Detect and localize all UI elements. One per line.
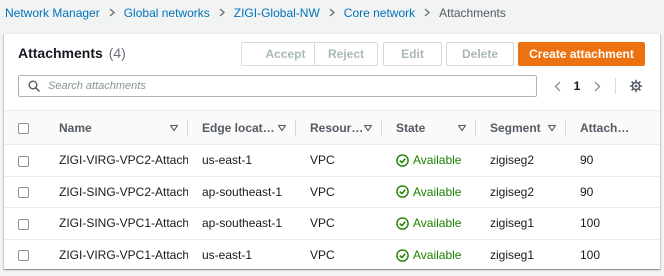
- check-circle-icon: [396, 185, 409, 199]
- status-text: Available: [413, 153, 462, 168]
- cell-segment: zigiseg2: [476, 144, 566, 177]
- cell-attachment-policy: 90: [566, 144, 660, 177]
- cell-name: ZIGI-SING-VPC1-Attach: [45, 207, 188, 240]
- breadcrumb-network-manager[interactable]: Network Manager: [5, 6, 100, 20]
- chevron-right-icon[interactable]: [588, 75, 606, 97]
- status-text: Available: [413, 216, 462, 231]
- column-header-label: Edge locat…: [202, 120, 275, 135]
- status-text: Available: [413, 184, 462, 199]
- check-circle-icon: [396, 153, 409, 167]
- cell-segment: zigiseg1: [490, 248, 535, 262]
- edit-button[interactable]: Edit: [383, 42, 442, 66]
- table-row[interactable]: ZIGI-VIRG-VPC2-Attach us-east-1 VPC Avai…: [4, 144, 660, 177]
- status-indicator: Available: [396, 153, 476, 167]
- cell-state: Available: [382, 207, 476, 240]
- attachments-table: Name Edge locat… Resour… State Segment A…: [4, 110, 660, 271]
- cell-name: ZIGI-VIRG-VPC2-Attach: [45, 144, 188, 177]
- cell-resource: VPC: [296, 207, 382, 240]
- status-indicator: Available: [396, 248, 476, 262]
- current-page[interactable]: 1: [566, 79, 588, 93]
- column-header-name[interactable]: Name: [45, 110, 188, 145]
- row-select-cell: [4, 207, 45, 240]
- create-attachment-button[interactable]: Create attachment: [518, 42, 645, 66]
- breadcrumb-separator-icon: [109, 7, 115, 19]
- breadcrumb-separator-icon: [329, 7, 335, 19]
- column-header-resource[interactable]: Resour…: [296, 110, 382, 145]
- column-header-edge-location[interactable]: Edge locat…: [188, 110, 296, 145]
- column-header-label: Resour…: [310, 120, 364, 135]
- table-row[interactable]: ZIGI-SING-VPC1-Attach ap-southeast-1 VPC…: [4, 207, 660, 240]
- caret-down-icon: [364, 124, 372, 132]
- row-checkbox[interactable]: [18, 155, 29, 167]
- pager-divider: [615, 78, 616, 94]
- search-input[interactable]: Search attachments: [18, 75, 537, 97]
- cell-resource: VPC: [310, 248, 335, 262]
- caret-down-icon: [170, 124, 178, 132]
- panel-title-count: (4): [108, 45, 126, 61]
- cell-edge-location: us-east-1: [188, 144, 296, 177]
- cell-attachment-policy: 90: [566, 176, 660, 208]
- cell-segment: zigiseg2: [476, 176, 566, 208]
- panel-title: Attachments (4): [18, 45, 126, 61]
- cell-name: ZIGI-SING-VPC2-Attach: [45, 176, 188, 208]
- breadcrumb-attachments: Attachments: [439, 6, 506, 20]
- cell-name: ZIGI-VIRG-VPC1-Attach: [59, 248, 188, 262]
- cell-edge-location: ap-southeast-1: [188, 207, 296, 240]
- check-circle-icon: [396, 248, 409, 262]
- check-circle-icon: [396, 216, 409, 230]
- row-checkbox[interactable]: [18, 250, 29, 262]
- column-header-label: Segment: [490, 120, 541, 135]
- status-indicator: Available: [396, 185, 476, 199]
- breadcrumb-core-network[interactable]: Core network: [344, 6, 415, 20]
- pagination: 1: [548, 75, 606, 97]
- cell-attachment-policy: 100: [566, 207, 660, 240]
- cell-edge-location: ap-southeast-1: [188, 176, 296, 208]
- cell-segment: zigiseg1: [476, 207, 566, 240]
- column-header-label: Name: [59, 120, 92, 135]
- column-header-label: Attach…: [580, 120, 630, 135]
- breadcrumb-global-networks[interactable]: Global networks: [124, 6, 210, 20]
- search-placeholder: Search attachments: [48, 80, 146, 92]
- gear-icon[interactable]: [628, 78, 644, 94]
- status-text: Available: [413, 248, 462, 262]
- table-row[interactable]: ZIGI-SING-VPC2-Attach ap-southeast-1 VPC…: [4, 176, 660, 208]
- attachments-panel: Attachments (4) Accept Reject Edit Delet…: [4, 33, 660, 269]
- caret-down-icon: [548, 124, 556, 132]
- table-row[interactable]: ZIGI-VIRG-VPC1-Attach us-east-1 VPC Avai…: [4, 239, 660, 271]
- column-header-attachment-policy[interactable]: Attach…: [566, 110, 660, 145]
- breadcrumb-global-network[interactable]: ZIGI-Global-NW: [234, 6, 320, 20]
- cell-state: Available: [382, 239, 476, 271]
- column-header-segment[interactable]: Segment: [476, 110, 566, 145]
- cell-resource: VPC: [296, 176, 382, 208]
- status-indicator: Available: [396, 216, 476, 230]
- caret-down-icon: [458, 124, 466, 132]
- panel-title-text: Attachments: [18, 45, 103, 61]
- select-all-header: [4, 110, 45, 145]
- column-header-state[interactable]: State: [382, 110, 476, 145]
- cell-state: Available: [382, 144, 476, 177]
- row-select-cell: [4, 239, 45, 271]
- cell-edge-location: us-east-1: [202, 248, 253, 262]
- breadcrumb: Network Manager Global networks ZIGI-Glo…: [5, 5, 506, 21]
- chevron-left-icon[interactable]: [548, 75, 566, 97]
- table-header-row: Name Edge locat… Resour… State Segment A…: [4, 110, 660, 145]
- select-all-checkbox[interactable]: [18, 122, 29, 134]
- cell-attachment-policy: 100: [580, 248, 601, 262]
- row-checkbox[interactable]: [18, 187, 29, 199]
- reject-button[interactable]: Reject: [314, 42, 378, 66]
- cell-state: Available: [382, 176, 476, 208]
- caret-down-icon: [278, 124, 286, 132]
- breadcrumb-separator-icon: [219, 7, 225, 19]
- row-checkbox[interactable]: [18, 218, 29, 230]
- row-select-cell: [4, 144, 45, 177]
- delete-button[interactable]: Delete: [446, 42, 514, 66]
- search-icon: [24, 76, 44, 96]
- column-header-label: State: [396, 120, 426, 135]
- row-select-cell: [4, 176, 45, 208]
- breadcrumb-separator-icon: [424, 7, 431, 19]
- cell-resource: VPC: [296, 144, 382, 177]
